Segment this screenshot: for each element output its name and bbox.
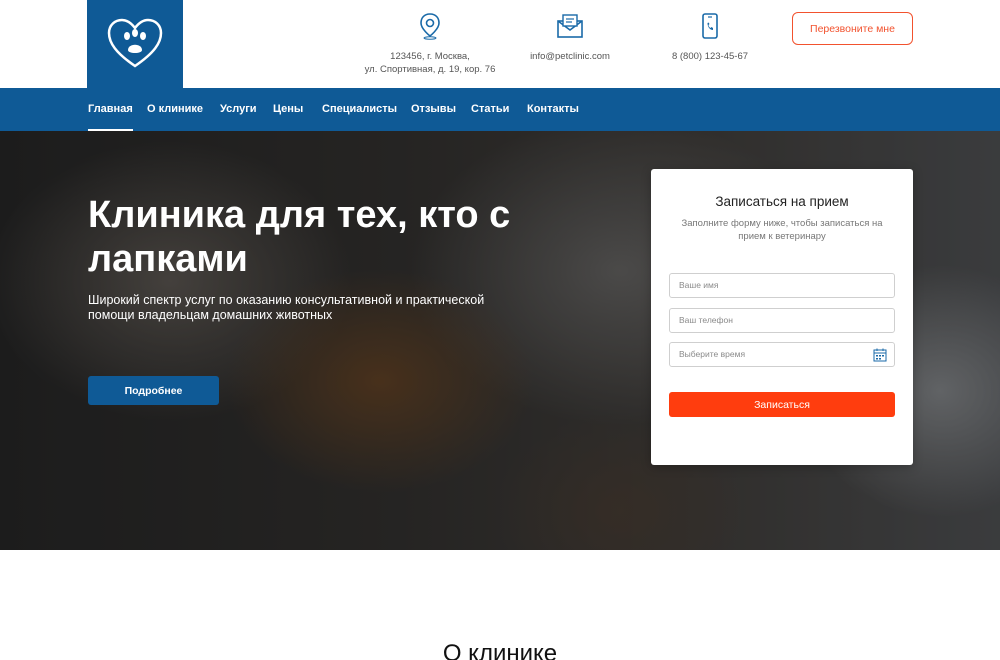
hero-subtitle: Широкий спектр услуг по оказанию консуль… bbox=[88, 293, 485, 322]
nav-item-reviews[interactable]: Отзывы bbox=[411, 88, 456, 131]
appointment-form: Записаться на прием Заполните форму ниже… bbox=[651, 169, 913, 465]
mail-icon bbox=[557, 14, 583, 38]
email-text: info@petclinic.com bbox=[530, 51, 610, 62]
form-title: Записаться на прием bbox=[715, 194, 849, 209]
contact-address: 123456, г. Москва, ул. Спортивная, д. 19… bbox=[360, 12, 500, 76]
contact-email[interactable]: info@petclinic.com bbox=[520, 12, 620, 63]
more-button[interactable]: Подробнее bbox=[88, 376, 219, 405]
nav-item-articles[interactable]: Статьи bbox=[471, 88, 509, 131]
time-placeholder: Выберите время bbox=[679, 349, 746, 359]
phone-input[interactable]: Ваш телефон bbox=[669, 308, 895, 333]
site-header: 123456, г. Москва, ул. Спортивная, д. 19… bbox=[0, 0, 1000, 88]
nav-item-prices[interactable]: Цены bbox=[273, 88, 303, 131]
contact-phone[interactable]: 8 (800) 123-45-67 bbox=[660, 12, 760, 63]
address-line-1: 123456, г. Москва, bbox=[390, 51, 470, 62]
phone-icon bbox=[702, 13, 718, 39]
form-subtitle: Заполните форму ниже, чтобы записаться н… bbox=[681, 218, 883, 242]
callback-button[interactable]: Перезвоните мне bbox=[792, 12, 913, 45]
phone-text: 8 (800) 123-45-67 bbox=[671, 51, 749, 62]
heart-paw-logo-icon bbox=[107, 18, 163, 68]
calendar-icon[interactable] bbox=[873, 348, 887, 362]
nav-item-services[interactable]: Услуги bbox=[220, 88, 257, 131]
hero-title: Клиника для тех, кто с лапками bbox=[88, 194, 511, 280]
address-line-2: ул. Спортивная, д. 19, кор. 76 bbox=[364, 64, 496, 75]
submit-button[interactable]: Записаться bbox=[669, 392, 895, 417]
nav-item-specialists[interactable]: Специалисты bbox=[322, 88, 397, 131]
location-pin-icon bbox=[420, 13, 440, 40]
nav-item-contacts[interactable]: Контакты bbox=[527, 88, 579, 131]
name-input[interactable]: Ваше имя bbox=[669, 273, 895, 298]
time-select[interactable]: Выберите время bbox=[669, 342, 895, 367]
main-nav: Главная О клинике Услуги Цены Специалист… bbox=[0, 88, 1000, 131]
about-section-title: О клинике bbox=[442, 640, 558, 660]
nav-item-home[interactable]: Главная bbox=[88, 88, 133, 131]
nav-item-about[interactable]: О клинике bbox=[147, 88, 203, 131]
logo[interactable] bbox=[87, 0, 183, 88]
